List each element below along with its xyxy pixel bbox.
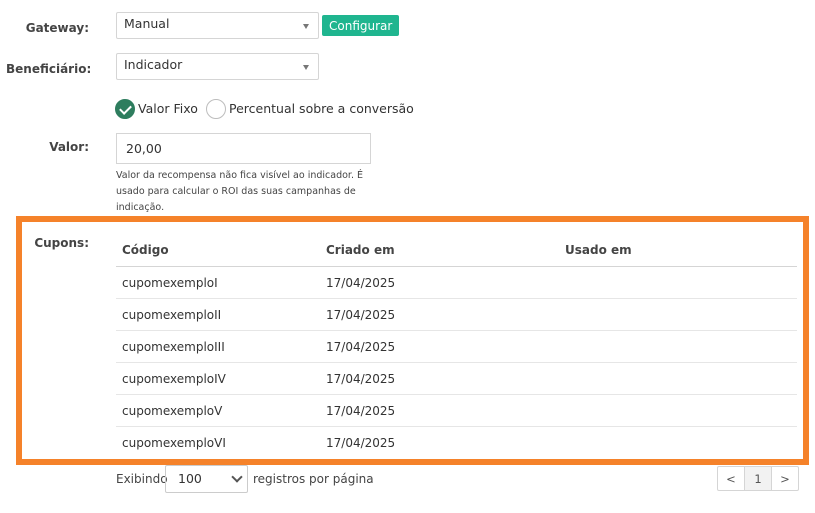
radio-percentual[interactable] bbox=[206, 99, 226, 119]
gateway-label: Gateway: bbox=[25, 21, 89, 35]
registros-text: registros por página bbox=[253, 472, 374, 486]
table-row: cupomexemploVI 17/04/2025 bbox=[116, 427, 797, 459]
column-header-usado-em[interactable]: Usado em bbox=[559, 234, 797, 267]
gateway-select[interactable]: Manual bbox=[116, 12, 319, 39]
table-row: cupomexemploI 17/04/2025 bbox=[116, 266, 797, 299]
per-page-select[interactable]: 100 bbox=[165, 465, 248, 493]
radio-valor-fixo-label[interactable]: Valor Fixo bbox=[138, 101, 198, 116]
cell-codigo: cupomexemploV bbox=[116, 394, 320, 427]
table-row: cupomexemploV 17/04/2025 bbox=[116, 394, 797, 427]
cell-criado-em: 17/04/2025 bbox=[320, 394, 559, 427]
table-row: cupomexemploII 17/04/2025 bbox=[116, 298, 797, 331]
cell-codigo: cupomexemploIII bbox=[116, 330, 320, 363]
beneficiario-select[interactable]: Indicador bbox=[116, 53, 319, 80]
caret-down-icon bbox=[303, 24, 309, 29]
pagination-page-button[interactable]: 1 bbox=[745, 467, 772, 490]
per-page-value: 100 bbox=[178, 471, 202, 486]
pagination: < 1 > bbox=[717, 466, 799, 491]
radio-percentual-label[interactable]: Percentual sobre a conversão bbox=[229, 101, 414, 116]
cell-criado-em: 17/04/2025 bbox=[320, 330, 559, 363]
caret-down-icon bbox=[303, 65, 309, 70]
valor-help-text: Valor da recompensa não fica visível ao … bbox=[116, 170, 363, 213]
cell-codigo: cupomexemploII bbox=[116, 298, 320, 331]
gateway-select-value: Manual bbox=[124, 16, 170, 31]
cell-usado-em bbox=[559, 394, 797, 427]
column-header-criado-em[interactable]: Criado em bbox=[320, 234, 559, 267]
cell-codigo: cupomexemploIV bbox=[116, 362, 320, 395]
configurar-button[interactable]: Configurar bbox=[322, 15, 400, 36]
beneficiario-select-value: Indicador bbox=[124, 57, 183, 72]
cell-usado-em bbox=[559, 362, 797, 395]
beneficiario-label: Beneficiário: bbox=[6, 62, 92, 76]
table-row: cupomexemploIII 17/04/2025 bbox=[116, 330, 797, 363]
cell-criado-em: 17/04/2025 bbox=[326, 435, 396, 450]
cell-criado-em: 17/04/2025 bbox=[320, 362, 559, 395]
column-header-codigo[interactable]: Código bbox=[116, 234, 320, 267]
cupons-label: Cupons: bbox=[34, 236, 89, 250]
cell-usado-em bbox=[559, 266, 797, 299]
radio-valor-fixo[interactable] bbox=[115, 99, 135, 119]
pagination-next-button[interactable]: > bbox=[772, 467, 798, 490]
cell-criado-em: 17/04/2025 bbox=[320, 266, 559, 299]
cell-usado-em bbox=[559, 330, 797, 363]
cupons-table: Código Criado em Usado em cupomexemploI … bbox=[116, 234, 797, 458]
valor-input[interactable] bbox=[116, 133, 371, 164]
cell-usado-em bbox=[559, 427, 797, 459]
pagination-prev-button[interactable]: < bbox=[718, 467, 745, 490]
table-header-row: Código Criado em Usado em bbox=[116, 234, 797, 267]
table-row: cupomexemploIV 17/04/2025 bbox=[116, 362, 797, 395]
chevron-down-icon bbox=[231, 471, 243, 483]
cell-codigo: cupomexemploI bbox=[116, 266, 320, 299]
cell-criado-em: 17/04/2025 bbox=[320, 298, 559, 331]
cell-usado-em bbox=[559, 298, 797, 331]
valor-label: Valor: bbox=[49, 140, 89, 154]
cell-codigo: cupomexemploVI bbox=[122, 435, 226, 450]
exibindo-text: Exibindo bbox=[116, 472, 168, 486]
